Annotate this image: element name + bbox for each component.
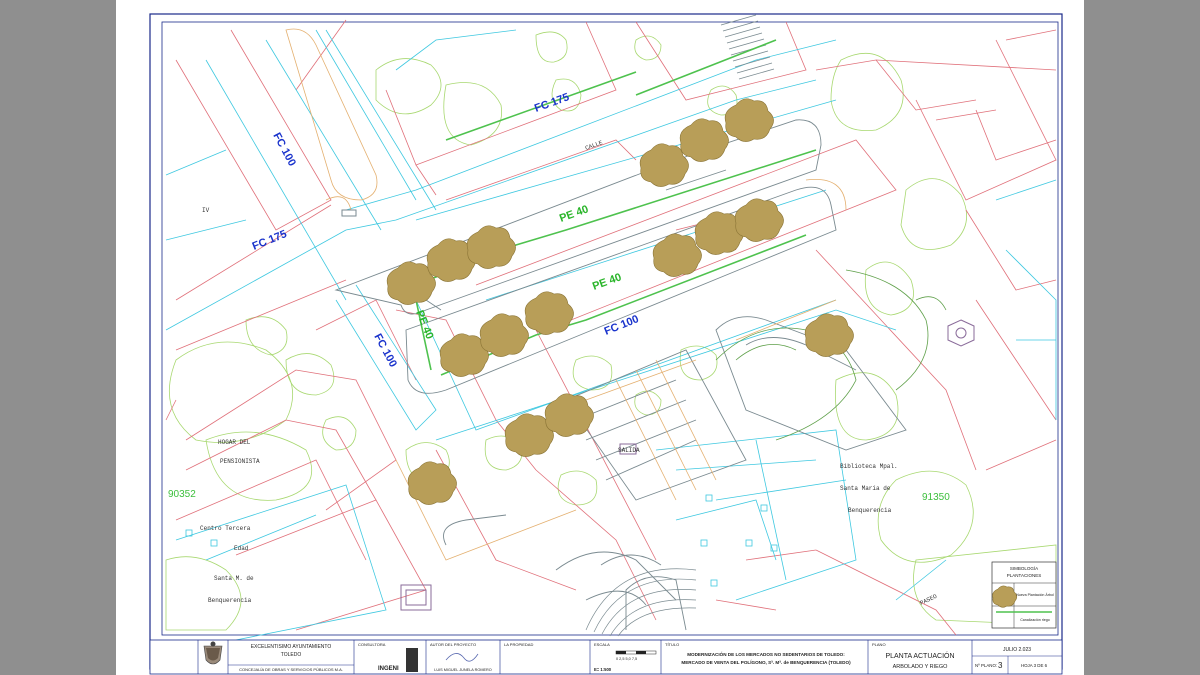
label-fc175-left: FC 175 — [251, 228, 289, 253]
legend-title-1: SIMBOLOGÍA — [1010, 565, 1038, 571]
escala-ticks: 0 2,5 5,0 7,5 — [616, 657, 637, 661]
escala-value: E= 1:500 — [594, 667, 612, 672]
site-plan: FC 175 FC 175 FC 100 FC 100 FC 100 PE 40… — [149, 13, 1063, 675]
label-parcel-right: 91350 — [922, 492, 950, 503]
zebra-crossing — [720, 14, 775, 80]
titulo-label: TÍTULO — [665, 642, 679, 647]
label-pe40-upper: PE 40 — [558, 203, 590, 225]
label-fc100-bottom: FC 100 — [603, 313, 641, 338]
autor-name: LUIS MIGUEL JUNELA ROMERO — [434, 668, 492, 672]
titulo-line-1: MODERNIZACIÓN DE LOS MERCADOS NO SEDENTA… — [687, 650, 845, 657]
consultora-logo-icon — [406, 648, 418, 672]
fountain-icon — [947, 319, 975, 347]
label-centro-1: Centro Tercera — [200, 525, 251, 532]
label-iv: IV — [202, 207, 210, 214]
drawing-sheet: FC 175 FC 175 FC 100 FC 100 FC 100 PE 40… — [116, 0, 1084, 675]
fecha: JULIO 2.023 — [1003, 647, 1031, 653]
titulo-line-2: MERCADO DE VENTA DEL POLÍGONO, Sª. Mª. d… — [681, 658, 851, 665]
legend-item-tree: Nueva Plantación Árbol — [1016, 593, 1054, 597]
label-centro-3: Santa M. de — [214, 575, 254, 582]
consultora-name: INGENI — [378, 666, 399, 672]
tree-row-upper-right — [639, 98, 774, 187]
plano-label: PLANO — [872, 642, 886, 647]
escala-label: ESCALA — [594, 642, 610, 647]
label-pe40-vertical: PE 40 — [413, 309, 435, 341]
label-pe40-lower: PE 40 — [591, 271, 623, 293]
nplano-value: 3 — [998, 661, 1003, 670]
label-hogar-1: HOGAR DEL — [218, 439, 251, 446]
tree-row-upper-left — [386, 225, 516, 305]
label-centro-4: Benquerencia — [208, 597, 252, 604]
label-biblio-3: Benquerencia — [848, 507, 892, 514]
legend-item-line: Canalización riego — [1020, 618, 1050, 622]
label-sign-board: SALIDA — [618, 447, 640, 454]
tree-row-lower-right — [652, 198, 784, 277]
label-biblio-1: Biblioteca Mpal. — [840, 463, 898, 470]
legend: SIMBOLOGÍA PLANTACIONES Nueva Plantación… — [991, 561, 1057, 629]
title-block: EXCELENTISIMO AYUNTAMIENTO TOLEDO CONCEJ… — [149, 639, 1063, 675]
label-hogar-2: PENSIONISTA — [220, 458, 260, 465]
hoja: HOJA 3 DE 6 — [1021, 663, 1048, 668]
consultora-label: CONSULTORA — [358, 642, 386, 647]
propiedad-label: LA PROPIEDAD — [504, 642, 533, 647]
label-parcel-left: 90352 — [168, 489, 196, 500]
plano-line-2: ARBOLADO Y RIEGO — [893, 664, 949, 670]
amphitheater — [585, 568, 697, 637]
client-line-3: CONCEJALÍA DE OBRAS Y SERVICIOS PÚBLICOS… — [239, 667, 343, 672]
client-line-1: EXCELENTISIMO AYUNTAMIENTO — [251, 644, 332, 650]
client-line-2: TOLEDO — [281, 652, 302, 658]
autor-label: AUTOR DEL PROYECTO — [430, 642, 476, 647]
label-centro-2: Edad — [234, 545, 249, 552]
plano-line-1: PLANTA ACTUACIÓN — [885, 651, 954, 660]
label-biblio-2: Santa María de — [840, 485, 891, 492]
legend-title-2: PLANTACIONES — [1007, 573, 1041, 578]
nplano-label: Nº PLANO: — [975, 663, 997, 668]
label-paseo: PASEO — [919, 593, 939, 607]
